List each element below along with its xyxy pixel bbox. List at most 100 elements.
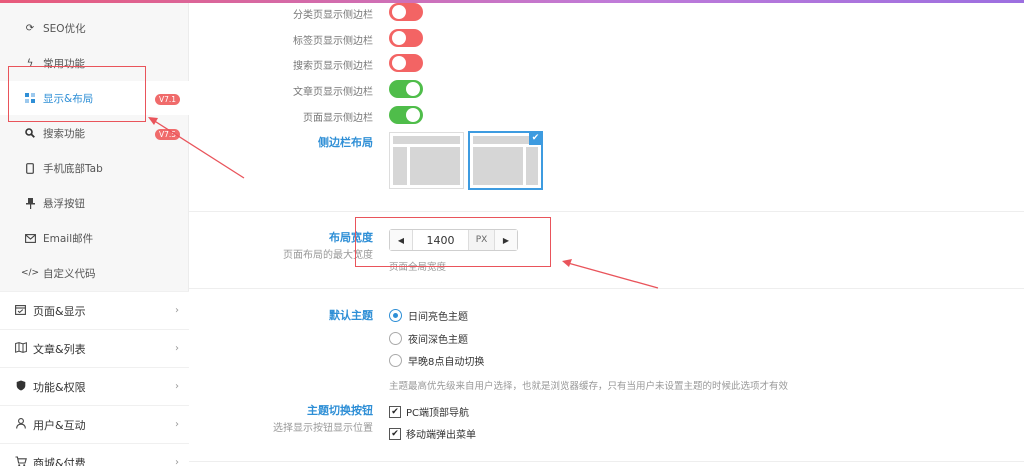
toggle-knob	[406, 82, 420, 96]
sidebar-group-function-permission[interactable]: 功能&权限 ›	[0, 367, 189, 405]
sidebar-layout-title: 侧边栏布局	[318, 136, 373, 149]
arrowhead	[562, 259, 572, 267]
default-theme-hint: 主题最高优先级来自用户选择，也就是浏览器缓存，只有当用户未设置主题的时候此选项才…	[389, 381, 789, 392]
checkbox[interactable]: ✔	[389, 405, 401, 418]
arrow-right-icon: ▶	[502, 235, 510, 245]
theme-option-auto[interactable]: 早晚8点自动切换	[389, 353, 484, 368]
sidebar-group-shop-payment[interactable]: 商城&付费 ›	[0, 443, 189, 466]
sidebar-item-label: 手机底部Tab	[43, 162, 103, 175]
cart-icon	[14, 455, 27, 466]
toggle-label: 分类页显示侧边栏	[293, 10, 373, 21]
sidebar-item-label: 悬浮按钮	[43, 197, 85, 210]
layout-block	[526, 147, 538, 185]
sidebar-item-label: 显示&布局	[43, 92, 94, 105]
sidebar-item-label: 常用功能	[43, 57, 85, 70]
toggle-label: 文章页显示侧边栏	[293, 87, 373, 98]
switch-option-mobile-menu[interactable]: ✔ 移动端弹出菜单	[389, 426, 476, 441]
shield-icon	[14, 380, 27, 394]
theme-option-dark[interactable]: 夜间深色主题	[389, 331, 468, 346]
toggle-knob	[392, 31, 406, 45]
sidebar-group-label: 用户&互动	[33, 418, 86, 432]
sidebar-item-custom-code[interactable]: </> 自定义代码	[0, 256, 189, 290]
version-badge: V7.5	[155, 129, 181, 140]
chevron-right-icon: ›	[175, 457, 179, 466]
sidebar-group-label: 页面&显示	[33, 304, 86, 318]
sidebar-item-label: 自定义代码	[43, 267, 96, 280]
section-divider	[189, 288, 1024, 289]
sidebar-item-label: SEO优化	[43, 22, 86, 35]
sidebar-group-page-display[interactable]: 页面&显示 ›	[0, 291, 189, 329]
sidebar-group-article-list[interactable]: 文章&列表 ›	[0, 329, 189, 367]
section-divider	[189, 461, 1024, 462]
layout-width-subtitle: 页面布局的最大宽度	[283, 250, 373, 261]
toggle-knob	[406, 108, 420, 122]
sidebar: ⟳ SEO优化 ϟ 常用功能 显示&布局 V7.1 搜索功能 V7.5 手机底部…	[0, 3, 189, 466]
refresh-icon: ⟳	[25, 22, 35, 34]
toggle-knob	[392, 5, 406, 19]
mail-icon	[24, 232, 36, 244]
toggle-page-sidebar[interactable]	[389, 106, 423, 124]
arrow-left-icon: ◀	[397, 235, 405, 245]
theme-option-light[interactable]: 日间亮色主题	[389, 308, 468, 323]
sidebar-group-label: 功能&权限	[33, 380, 86, 394]
toggle-category-sidebar[interactable]	[389, 3, 423, 21]
sidebar-group-user-interaction[interactable]: 用户&互动 ›	[0, 405, 189, 443]
layout-block	[473, 147, 523, 185]
search-icon	[24, 127, 36, 139]
mobile-icon	[24, 162, 36, 174]
layout-block	[410, 147, 460, 185]
layout-block	[393, 136, 460, 144]
version-badge: V7.1	[155, 94, 181, 105]
sidebar-item-label: Email邮件	[43, 232, 94, 245]
layout-option-side[interactable]	[389, 132, 464, 189]
annotation-arrow	[567, 262, 659, 289]
radio-label: 日间亮色主题	[408, 312, 468, 323]
user-icon	[14, 417, 27, 432]
section-divider	[189, 211, 1024, 212]
pin-icon	[24, 197, 36, 209]
layout-width-input[interactable]: 1400	[412, 230, 469, 250]
sidebar-item-float-button[interactable]: 悬浮按钮	[0, 186, 189, 220]
code-icon: </>	[20, 268, 40, 278]
theme-switch-subtitle: 选择显示按钮显示位置	[273, 423, 373, 434]
radio-button[interactable]	[389, 354, 402, 367]
radio-label: 早晚8点自动切换	[408, 357, 485, 368]
map-icon	[14, 341, 27, 356]
sidebar-item-label: 搜索功能	[43, 127, 85, 140]
chevron-right-icon: ›	[175, 343, 179, 354]
radio-label: 夜间深色主题	[408, 335, 468, 346]
radio-button[interactable]	[389, 309, 402, 322]
default-theme-title: 默认主题	[329, 309, 373, 322]
toggle-search-sidebar[interactable]	[389, 54, 423, 72]
sidebar-item-seo[interactable]: ⟳ SEO优化	[0, 11, 189, 45]
check-icon: ✔	[529, 132, 542, 145]
layout-width-hint: 页面全局宽度	[389, 262, 447, 273]
decrement-button[interactable]: ◀	[390, 230, 412, 250]
checkbox-label: 移动端弹出菜单	[406, 430, 476, 441]
sidebar-group-label: 商城&付费	[33, 456, 86, 466]
layout-width-title: 布局宽度	[329, 231, 373, 244]
sidebar-item-mobile-tab[interactable]: 手机底部Tab	[0, 151, 189, 185]
toggle-article-sidebar[interactable]	[389, 80, 423, 98]
calendar-icon	[14, 304, 27, 318]
sidebar-group-label: 文章&列表	[33, 342, 86, 356]
checkbox-label: PC端顶部导航	[406, 408, 470, 419]
layout-option-top-full[interactable]: ✔	[468, 131, 543, 190]
unit-label: PX	[469, 230, 495, 250]
radio-button[interactable]	[389, 332, 402, 345]
layout-block	[393, 147, 407, 185]
theme-switch-title: 主题切换按钮	[307, 404, 373, 417]
sidebar-item-common[interactable]: ϟ 常用功能	[0, 46, 189, 80]
toggle-label: 页面显示侧边栏	[303, 113, 373, 124]
chevron-right-icon: ›	[175, 381, 179, 392]
toggle-tag-sidebar[interactable]	[389, 29, 423, 47]
layout-icon	[24, 92, 36, 104]
layout-width-stepper[interactable]: ◀ 1400 PX ▶	[389, 229, 518, 251]
checkbox[interactable]: ✔	[389, 427, 401, 440]
increment-button[interactable]: ▶	[495, 230, 517, 250]
chevron-right-icon: ›	[175, 305, 179, 316]
switch-option-pc-nav[interactable]: ✔ PC端顶部导航	[389, 404, 469, 419]
bolt-icon: ϟ	[26, 57, 34, 69]
sidebar-item-email[interactable]: Email邮件	[0, 221, 189, 255]
toggle-label: 标签页显示侧边栏	[293, 36, 373, 47]
